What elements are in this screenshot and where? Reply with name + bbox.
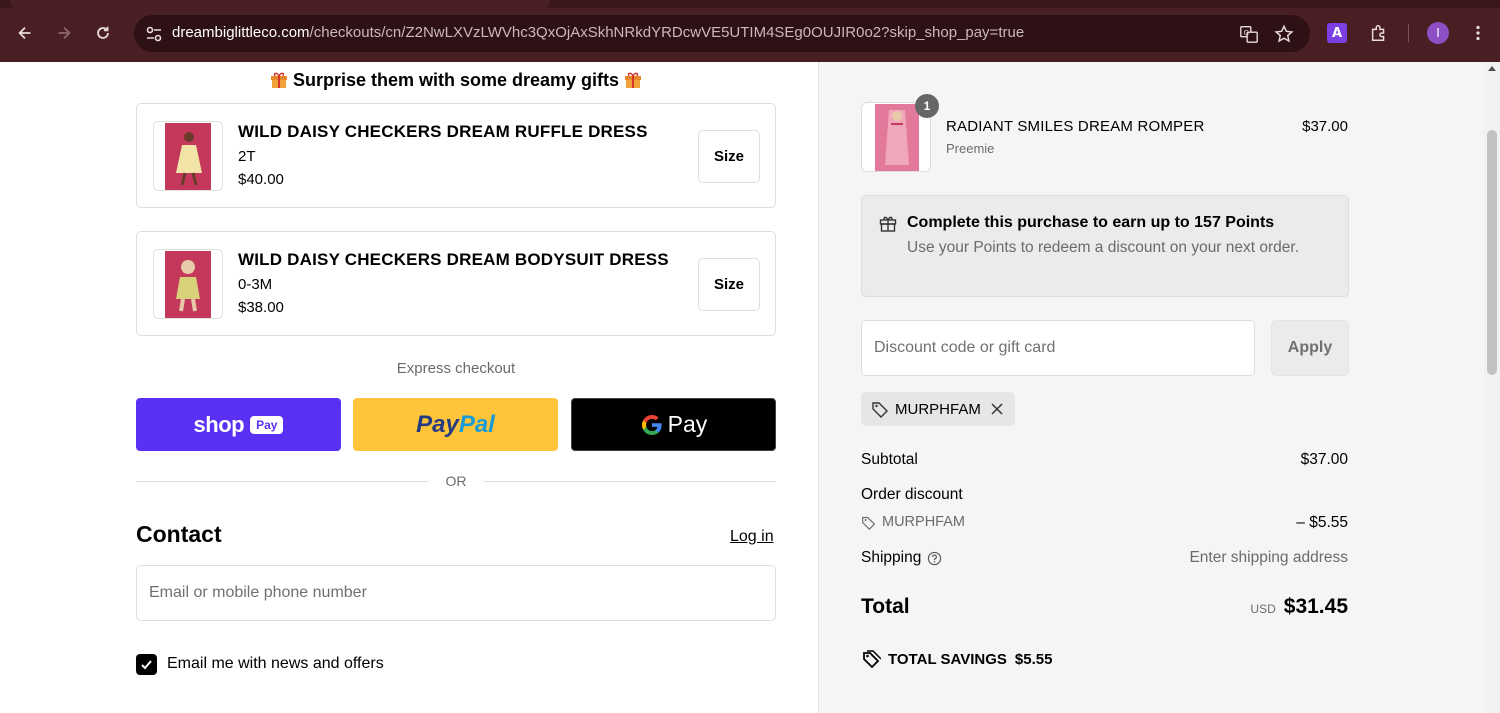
browser-chrome: dreambiglittleco.com/checkouts/cn/Z2NwLX…	[0, 0, 1500, 62]
product-price: $38.00	[238, 299, 284, 316]
shipping-label: Shipping	[861, 549, 922, 566]
product-thumbnail[interactable]	[153, 121, 223, 191]
cart-item-price: $37.00	[1302, 118, 1348, 135]
paypal-button[interactable]: Pay Pal	[353, 398, 558, 451]
url-text[interactable]: dreambiglittleco.com/checkouts/cn/Z2NwLX…	[172, 24, 1024, 41]
product-variant: 2T	[238, 148, 256, 165]
tag-icon	[862, 516, 876, 530]
tag-icon	[872, 402, 888, 418]
applied-discount-chip: MURPHFAM	[861, 392, 1015, 426]
toolbar-divider	[1408, 24, 1409, 42]
gifts-title-text: Surprise them with some dreamy gifts	[292, 70, 620, 90]
remove-code-icon[interactable]	[989, 401, 1005, 417]
extensions-puzzle-icon[interactable]	[1368, 22, 1390, 44]
svg-text:G: G	[1244, 28, 1250, 37]
newsletter-checkbox[interactable]	[136, 653, 157, 675]
points-title: Complete this purchase to earn up to 157…	[907, 214, 1275, 231]
translate-icon[interactable]: G	[1238, 23, 1260, 45]
divider-line	[484, 481, 776, 482]
gift-product-card[interactable]: WILD DAISY CHECKERS DREAM RUFFLE DRESS 2…	[136, 103, 776, 208]
url-host: dreambiglittleco.com	[172, 24, 310, 41]
address-bar[interactable]: dreambiglittleco.com/checkouts/cn/Z2NwLX…	[134, 15, 1310, 52]
email-phone-input[interactable]	[136, 565, 776, 621]
newsletter-label: Email me with news and offers	[167, 655, 384, 672]
shipping-label-row: Shipping	[861, 549, 942, 567]
order-discount-label: Order discount	[861, 486, 963, 503]
product-thumbnail[interactable]	[153, 249, 223, 319]
scrollbar-thumb[interactable]	[1487, 130, 1497, 375]
shop-pay-button[interactable]: shop Pay	[136, 398, 341, 451]
google-pay-button[interactable]: Pay	[571, 398, 776, 451]
divider-line	[136, 481, 428, 482]
reload-icon[interactable]	[90, 20, 116, 46]
shop-pay-chip: Pay	[250, 415, 284, 434]
newsletter-row[interactable]: Email me with news and offers	[136, 653, 384, 675]
active-tab[interactable]	[10, 0, 550, 8]
google-pay-wordmark: Pay	[667, 411, 708, 437]
currency-code: USD	[1250, 602, 1276, 616]
extension-a-icon[interactable]: A	[1327, 23, 1347, 43]
gift-product-card[interactable]: WILD DAISY CHECKERS DREAM BODYSUIT DRESS…	[136, 231, 776, 336]
checkout-page: Surprise them with some dreamy gifts WIL…	[0, 62, 1500, 713]
url-path: /checkouts/cn/Z2NwLXVzLWVhc3QxOjAxSkhNRk…	[309, 24, 1025, 41]
or-text: OR	[445, 473, 467, 489]
size-button[interactable]: Size	[698, 130, 760, 183]
product-image	[165, 123, 211, 190]
size-button[interactable]: Size	[698, 258, 760, 311]
gift-emoji-icon	[625, 72, 642, 88]
quantity-badge: 1	[915, 94, 939, 118]
cart-item-image	[875, 104, 919, 171]
subtotal-value: $37.00	[1300, 451, 1348, 468]
login-link[interactable]: Log in	[730, 528, 774, 546]
paypal-wordmark-b: Pal	[458, 410, 495, 438]
gift-icon	[879, 216, 897, 232]
discount-code-row: MURPHFAM	[861, 514, 965, 530]
total-label: Total	[861, 595, 910, 618]
cart-item-name: RADIANT SMILES DREAM ROMPER	[946, 118, 1205, 135]
cart-item-variant: Preemie	[946, 141, 995, 156]
shop-pay-wordmark: shop	[193, 411, 245, 437]
profile-avatar[interactable]: I	[1427, 22, 1449, 44]
shipping-value: Enter shipping address	[1189, 549, 1348, 566]
paypal-wordmark-a: Pay	[416, 410, 459, 438]
product-name: WILD DAISY CHECKERS DREAM BODYSUIT DRESS	[238, 250, 669, 269]
express-checkout-label: Express checkout	[396, 360, 516, 377]
savings-tag-icon	[863, 650, 881, 669]
total-savings-row: TOTAL SAVINGS $5.55	[861, 649, 1052, 669]
subtotal-label: Subtotal	[861, 451, 918, 468]
product-variant: 0-3M	[238, 276, 273, 293]
checkmark-icon	[141, 659, 152, 669]
bookmark-star-icon[interactable]	[1273, 23, 1295, 45]
discount-code-text: MURPHFAM	[882, 514, 965, 530]
gift-emoji-icon	[270, 72, 287, 88]
scroll-up-arrow-icon[interactable]	[1488, 66, 1496, 71]
back-icon[interactable]	[12, 20, 38, 46]
discount-value: – $5.55	[1296, 514, 1348, 531]
discount-code-input[interactable]	[861, 320, 1255, 376]
apply-discount-button[interactable]: Apply	[1271, 320, 1349, 376]
contact-heading: Contact	[136, 521, 222, 547]
browser-menu-icon[interactable]	[1467, 22, 1489, 44]
points-description: Use your Points to redeem a discount on …	[907, 239, 1300, 256]
or-divider: OR	[136, 471, 776, 491]
page-scrollbar[interactable]	[1484, 62, 1500, 713]
total-value: $31.45	[1283, 595, 1348, 618]
product-image	[165, 251, 211, 318]
loyalty-points-banner: Complete this purchase to earn up to 157…	[861, 195, 1349, 297]
applied-code-text: MURPHFAM	[895, 400, 981, 418]
product-price: $40.00	[238, 171, 284, 188]
tab-strip	[0, 0, 1500, 8]
gifts-heading: Surprise them with some dreamy gifts	[136, 70, 776, 91]
savings-value: $5.55	[1014, 650, 1053, 668]
site-settings-icon[interactable]	[144, 24, 164, 44]
forward-icon[interactable]	[51, 20, 77, 46]
google-g-icon	[641, 414, 662, 435]
total-value-group: USD $31.45	[1250, 595, 1348, 619]
help-icon[interactable]	[927, 551, 942, 566]
product-name: WILD DAISY CHECKERS DREAM RUFFLE DRESS	[238, 122, 648, 141]
savings-label: TOTAL SAVINGS	[888, 650, 1007, 668]
